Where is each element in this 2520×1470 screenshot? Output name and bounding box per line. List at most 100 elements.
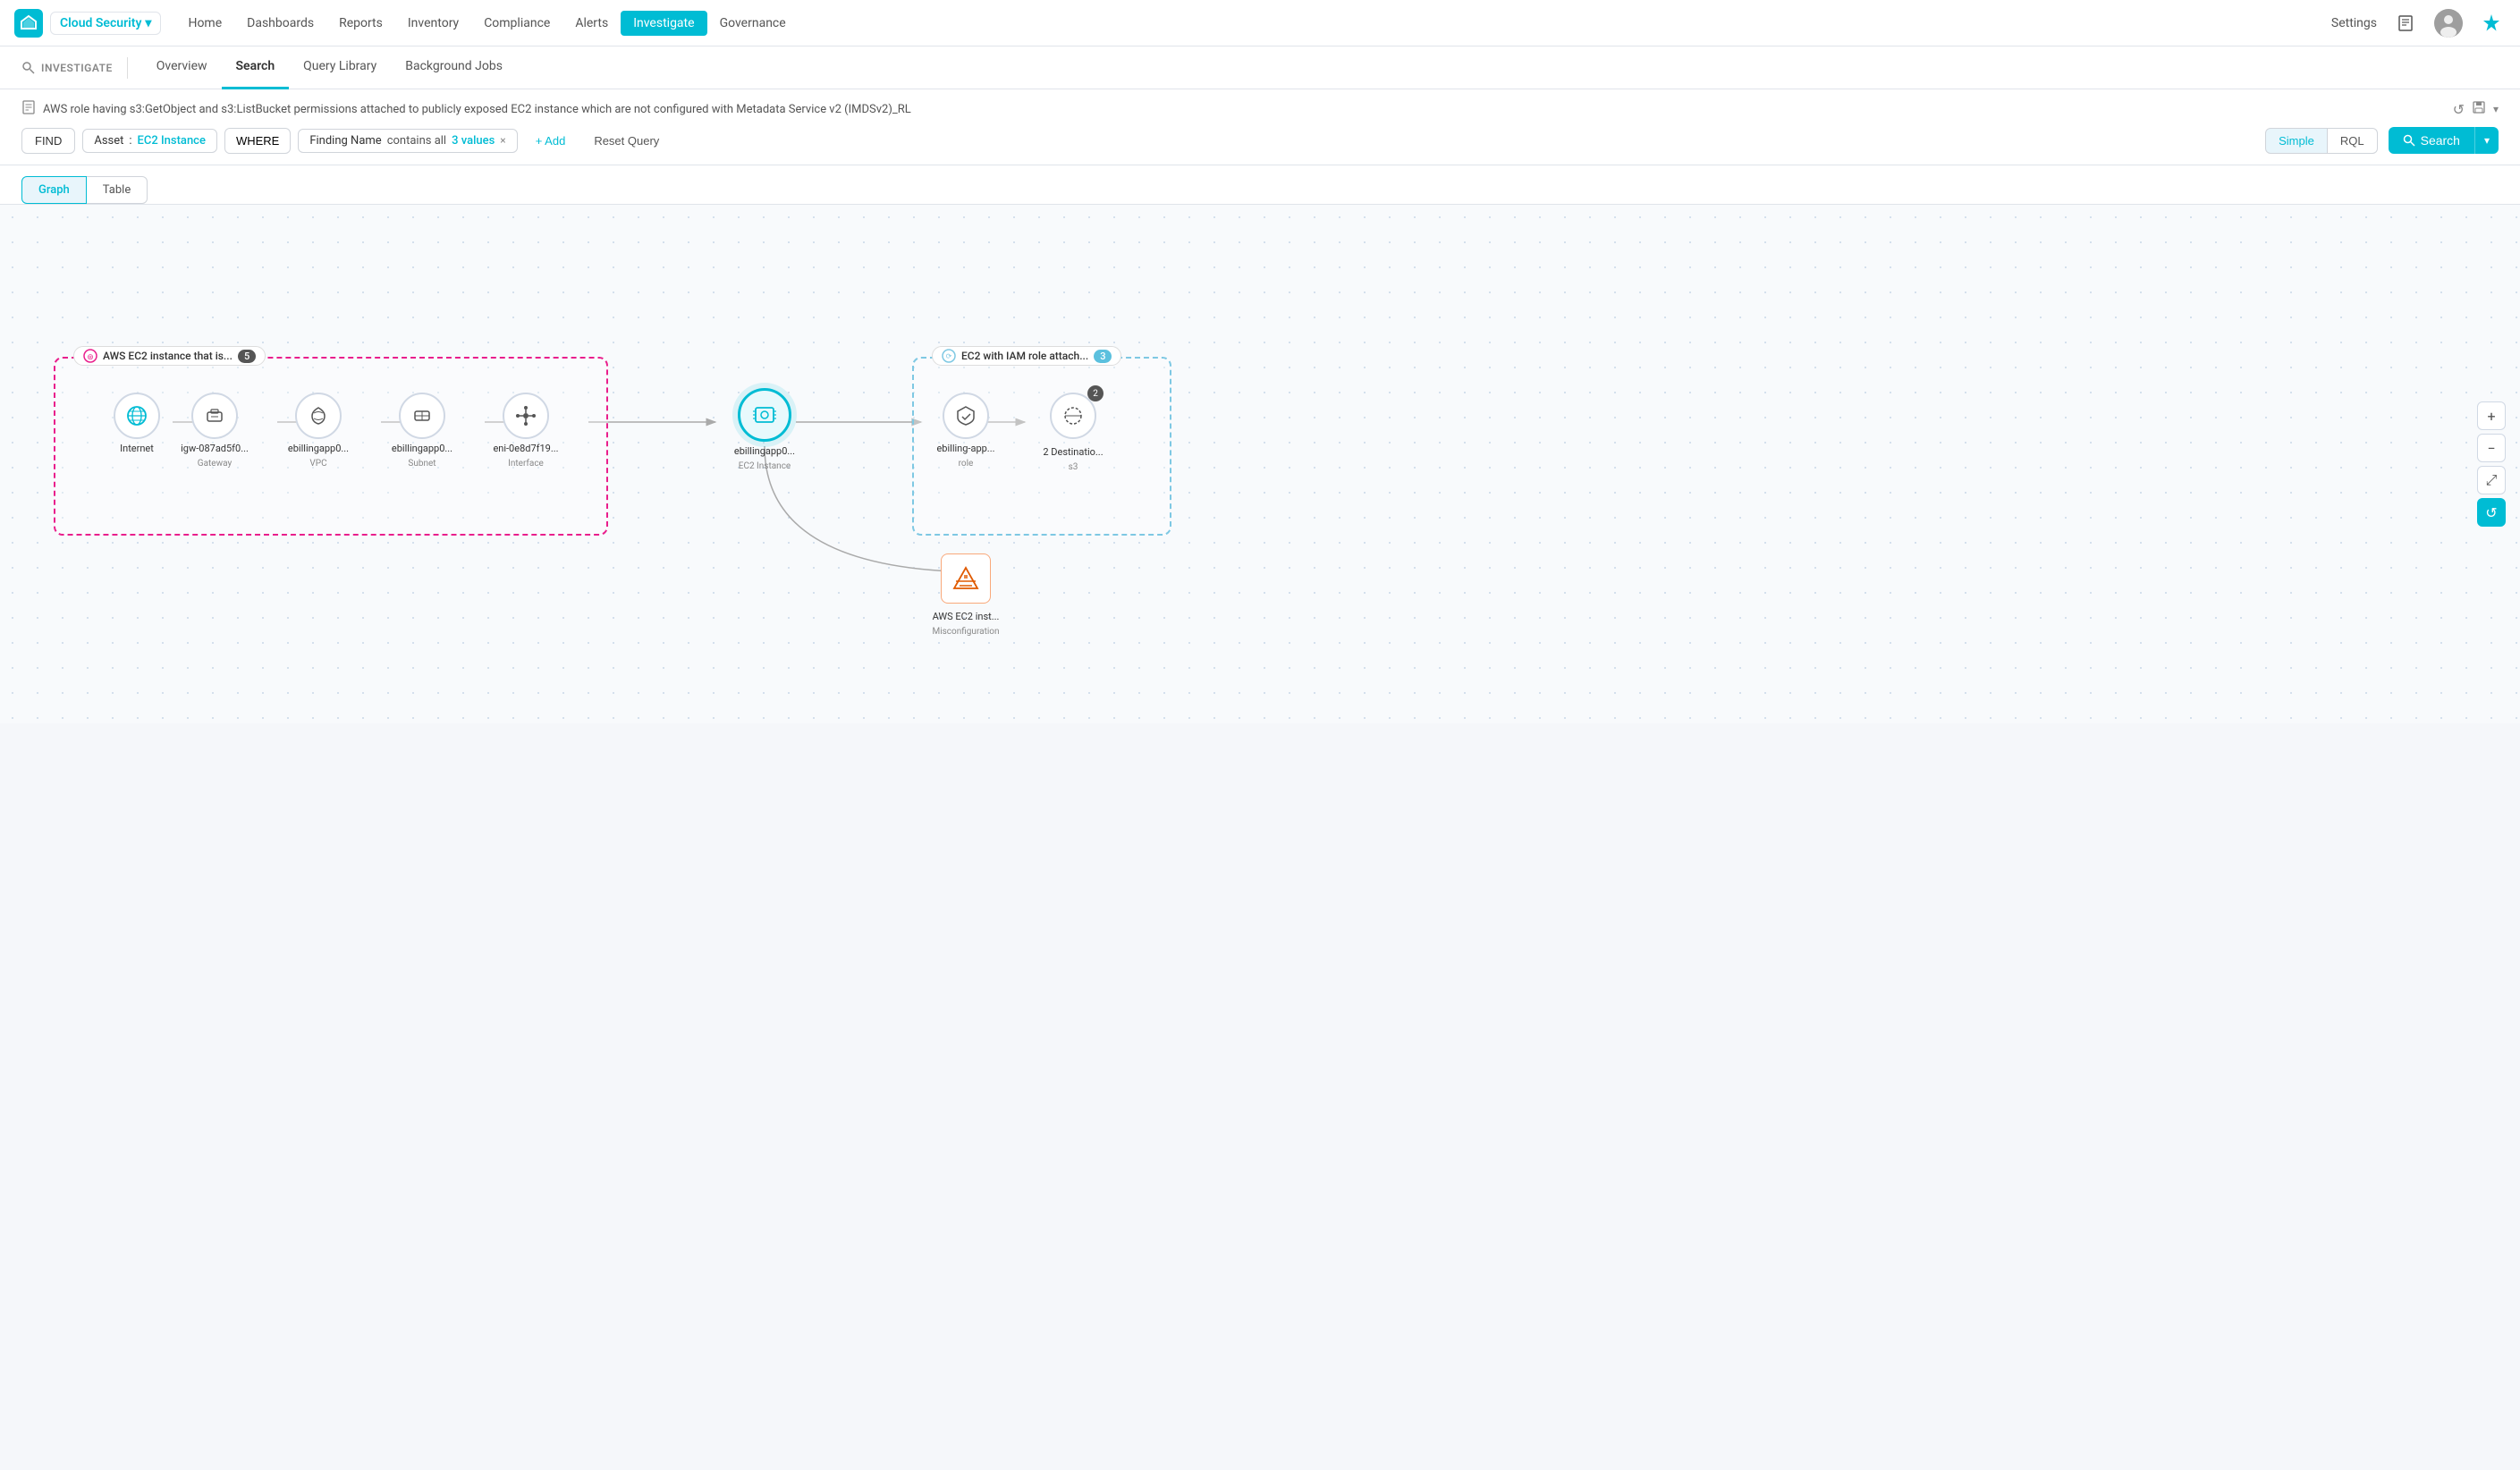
node-vpc-circle — [295, 393, 342, 439]
asset-type-value: EC2 Instance — [138, 134, 206, 148]
node-misc-sublabel: Misconfiguration — [932, 627, 999, 637]
search-button[interactable]: Search — [2389, 127, 2474, 154]
zoom-in-button[interactable]: + — [2477, 401, 2506, 430]
asset-label: Asset — [94, 134, 123, 148]
search-chevron-button[interactable]: ▾ — [2474, 127, 2499, 154]
fit-view-button[interactable]: ⤢ — [2477, 466, 2506, 494]
view-tabs: Graph Table — [0, 165, 2520, 205]
node-subnet[interactable]: ebillingapp0... Subnet — [386, 393, 458, 469]
node-vpc[interactable]: ebillingapp0... VPC — [283, 393, 354, 469]
nav-home[interactable]: Home — [175, 11, 234, 36]
node-ec2main-sublabel: EC2 Instance — [739, 461, 791, 471]
node-interface[interactable]: eni-0e8d7f19... Interface — [490, 393, 562, 469]
nav-reports[interactable]: Reports — [326, 11, 395, 36]
asset-type-separator: : — [129, 134, 131, 148]
group1-count: 5 — [238, 350, 256, 363]
node-interface-label: eni-0e8d7f19... — [493, 443, 558, 455]
node-misc-label: AWS EC2 inst... — [933, 611, 1000, 623]
query-description: AWS role having s3:GetObject and s3:List… — [21, 100, 2499, 118]
zoom-out-button[interactable]: − — [2477, 434, 2506, 462]
add-button[interactable]: + Add — [525, 129, 577, 153]
nav-inventory[interactable]: Inventory — [395, 11, 471, 36]
node-subnet-circle — [399, 393, 445, 439]
reset-view-button[interactable]: ↺ — [2477, 498, 2506, 527]
node-igw-circle — [191, 393, 238, 439]
product-switcher[interactable]: Cloud Security ▾ — [50, 12, 161, 35]
nav-alerts[interactable]: Alerts — [562, 11, 621, 36]
node-subnet-sublabel: Subnet — [408, 459, 436, 469]
sub-nav: INVESTIGATE Overview Search Query Librar… — [0, 46, 2520, 89]
tab-overview[interactable]: Overview — [142, 46, 222, 89]
svg-text:⊛: ⊛ — [87, 353, 94, 362]
node-interface-circle — [503, 393, 549, 439]
assistant-icon-btn[interactable] — [2477, 9, 2506, 38]
graph-area: ⊛ AWS EC2 instance that is... 5 ⟳ EC2 wi… — [0, 205, 2520, 723]
filter-chip[interactable]: Finding Name contains all 3 values × — [298, 129, 517, 153]
filter-close-icon[interactable]: × — [500, 134, 505, 147]
tab-search[interactable]: Search — [222, 46, 290, 89]
app-logo[interactable] — [14, 9, 43, 38]
product-chevron-icon: ▾ — [145, 16, 151, 30]
node-s3-label: 2 Destinatio... — [1043, 446, 1103, 459]
graph-controls: + − ⤢ ↺ — [2477, 401, 2506, 527]
graph-view-tab[interactable]: Graph — [21, 176, 87, 204]
query-row: FIND Asset : EC2 Instance WHERE Finding … — [21, 127, 2499, 154]
group2-label-text: EC2 with IAM role attach... — [961, 350, 1088, 362]
filter-values: 3 values — [452, 134, 495, 148]
node-s3[interactable]: 2 2 Destinatio... s3 — [1037, 393, 1109, 472]
sub-nav-divider — [127, 57, 128, 79]
node-ec2main-label: ebillingapp0... — [734, 445, 795, 458]
filter-operator: contains all — [387, 134, 446, 148]
node-misconfiguration[interactable]: AWS EC2 inst... Misconfiguration — [921, 553, 1011, 637]
node-internet-label: Internet — [120, 443, 154, 455]
group1-label-text: AWS EC2 instance that is... — [103, 350, 233, 362]
reset-query-button[interactable]: Reset Query — [583, 129, 670, 153]
node-vpc-label: ebillingapp0... — [288, 443, 349, 455]
node-subnet-label: ebillingapp0... — [392, 443, 452, 455]
group-iam-label: ⟳ EC2 with IAM role attach... 3 — [932, 346, 1121, 366]
find-button[interactable]: FIND — [21, 128, 75, 154]
svg-text:⟳: ⟳ — [946, 352, 952, 360]
mode-selector: Simple RQL — [2265, 128, 2377, 154]
nav-investigate[interactable]: Investigate — [621, 11, 706, 36]
simple-mode-button[interactable]: Simple — [2265, 128, 2328, 154]
node-internet[interactable]: Internet — [101, 393, 173, 455]
node-interface-sublabel: Interface — [508, 459, 544, 469]
s3-badge: 2 — [1087, 385, 1104, 401]
tab-background-jobs[interactable]: Background Jobs — [391, 46, 517, 89]
rql-mode-button[interactable]: RQL — [2328, 128, 2378, 154]
top-nav: Cloud Security ▾ Home Dashboards Reports… — [0, 0, 2520, 46]
group2-count: 3 — [1094, 350, 1112, 363]
nav-governance[interactable]: Governance — [707, 11, 799, 36]
node-igw-label: igw-087ad5f0... — [181, 443, 249, 455]
asset-type-selector[interactable]: Asset : EC2 Instance — [82, 129, 217, 153]
settings-link[interactable]: Settings — [2331, 16, 2377, 30]
undo-icon[interactable]: ↺ — [2453, 101, 2465, 118]
query-description-text: AWS role having s3:GetObject and s3:List… — [43, 103, 911, 116]
nav-compliance[interactable]: Compliance — [471, 11, 562, 36]
filter-name: Finding Name — [309, 134, 381, 148]
product-name: Cloud Security — [60, 16, 141, 30]
main-nav: Home Dashboards Reports Inventory Compli… — [175, 11, 798, 36]
doc-icon — [21, 100, 36, 118]
search-group: Search ▾ — [2389, 127, 2499, 154]
node-igw-sublabel: Gateway — [198, 459, 232, 469]
save-icon[interactable] — [2472, 100, 2486, 118]
user-avatar[interactable] — [2434, 9, 2463, 38]
where-button[interactable]: WHERE — [224, 128, 291, 154]
query-bar-container: AWS role having s3:GetObject and s3:List… — [0, 89, 2520, 165]
node-role[interactable]: ebilling-app... role — [930, 393, 1002, 469]
node-ec2main[interactable]: ebillingapp0... EC2 Instance — [724, 388, 805, 471]
table-view-tab[interactable]: Table — [87, 176, 148, 204]
nav-dashboards[interactable]: Dashboards — [234, 11, 326, 36]
tab-query-library[interactable]: Query Library — [289, 46, 391, 89]
nav-right-section: Settings — [2331, 9, 2506, 38]
node-internet-circle — [114, 393, 160, 439]
chevron-down-icon[interactable]: ▾ — [2493, 103, 2499, 115]
node-igw[interactable]: igw-087ad5f0... Gateway — [179, 393, 250, 469]
sub-nav-section-label: INVESTIGATE — [21, 61, 113, 75]
group-ec2-label: ⊛ AWS EC2 instance that is... 5 — [73, 346, 266, 366]
book-icon-btn[interactable] — [2391, 9, 2420, 38]
node-role-circle — [943, 393, 989, 439]
node-role-sublabel: role — [959, 459, 974, 469]
